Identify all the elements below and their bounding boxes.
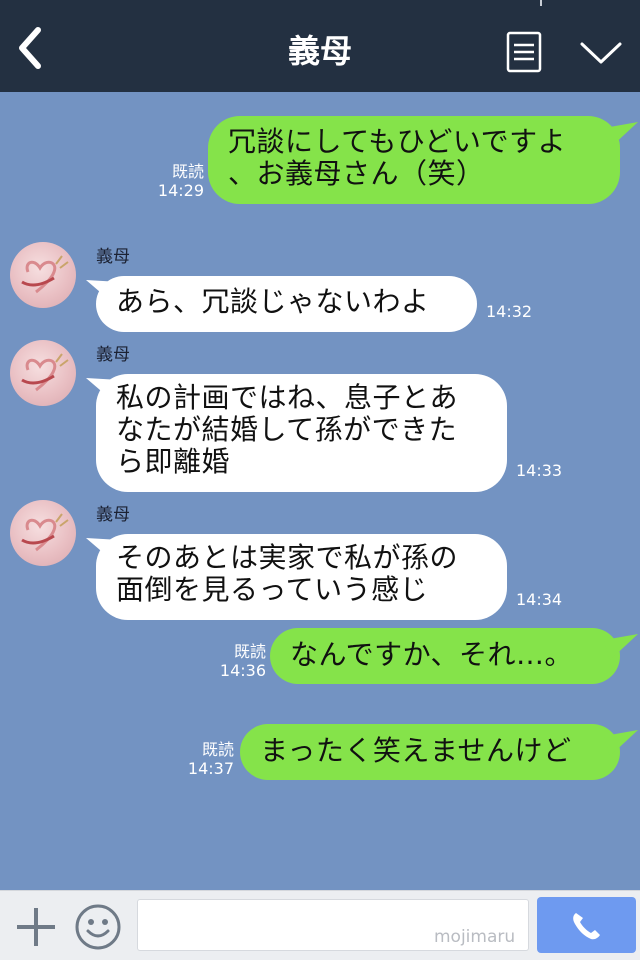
chat-title: 義母 bbox=[287, 32, 352, 70]
message-text-line: あら、冗談じゃないわよ bbox=[116, 285, 430, 318]
chevron-down-icon bbox=[580, 42, 622, 64]
message-text-line: まったく笑えませんけど bbox=[260, 734, 572, 767]
status-mark bbox=[540, 0, 542, 6]
bubble-tail bbox=[604, 730, 638, 756]
read-receipt: 既読 bbox=[171, 162, 204, 181]
message-bubble-incoming[interactable]: 私の計画ではね、息子とあ なたが結婚して孫ができた ら即離婚 bbox=[96, 374, 507, 492]
message-time: 14:33 bbox=[516, 461, 563, 480]
message-text-line: 面倒を見るっていう感じ bbox=[116, 573, 429, 606]
message-text-line: なたが結婚して孫ができた bbox=[116, 413, 458, 446]
message-meta: 既読 14:36 bbox=[212, 642, 266, 680]
message-meta: 既読 14:37 bbox=[180, 740, 234, 778]
avatar[interactable] bbox=[10, 340, 76, 406]
bubble-tail bbox=[604, 634, 638, 660]
menu-toggle-button[interactable] bbox=[578, 36, 624, 68]
emoji-button[interactable] bbox=[74, 903, 122, 951]
avatar[interactable] bbox=[10, 500, 76, 566]
message-bubble-incoming[interactable]: そのあとは実家で私が孫の 面倒を見るっていう感じ bbox=[96, 534, 507, 620]
heart-avatar-icon bbox=[21, 513, 69, 552]
message-meta: 既読 14:29 bbox=[150, 162, 204, 200]
message-text-line: 冗談にしてもひどいですよ bbox=[228, 125, 567, 158]
message-bubble-outgoing[interactable]: なんですか、それ…。 bbox=[270, 628, 620, 684]
heart-avatar-icon bbox=[21, 255, 69, 294]
sender-name: 義母 bbox=[96, 505, 130, 525]
plus-icon bbox=[17, 908, 55, 946]
sender-name: 義母 bbox=[96, 345, 130, 365]
notes-icon bbox=[506, 31, 542, 73]
message-bubble-outgoing[interactable]: 冗談にしてもひどいですよ 、お義母さん（笑） bbox=[208, 116, 620, 204]
message-bubble-outgoing[interactable]: まったく笑えませんけど bbox=[240, 724, 620, 780]
notes-button[interactable] bbox=[506, 31, 542, 73]
message-bubble-incoming[interactable]: あら、冗談じゃないわよ bbox=[96, 276, 477, 332]
call-button[interactable] bbox=[537, 897, 636, 953]
bubble-tail bbox=[604, 122, 638, 148]
sender-name: 義母 bbox=[96, 247, 130, 267]
add-button[interactable] bbox=[14, 905, 58, 949]
smiley-icon bbox=[75, 904, 121, 950]
input-bar: mojimaru bbox=[0, 890, 640, 960]
read-receipt: 既読 bbox=[201, 740, 234, 759]
message-text-line: ら即離婚 bbox=[116, 445, 231, 478]
message-text-line: そのあとは実家で私が孫の bbox=[116, 541, 459, 574]
phone-icon bbox=[573, 913, 600, 940]
message-time: 14:29 bbox=[157, 181, 204, 200]
message-text-line: 私の計画ではね、息子とあ bbox=[116, 381, 459, 414]
message-time: 14:34 bbox=[516, 590, 563, 609]
message-text-line: 、お義母さん（笑） bbox=[228, 157, 485, 190]
chat-area: 既読 14:29 冗談にしてもひどいですよ 、お義母さん（笑） 義母 あら、冗談… bbox=[0, 92, 640, 890]
message-time: 14:32 bbox=[486, 302, 533, 321]
avatar[interactable] bbox=[10, 242, 76, 308]
chat-header: 義母 bbox=[0, 0, 640, 92]
heart-avatar-icon bbox=[21, 353, 69, 392]
message-text-line: なんですか、それ…。 bbox=[290, 638, 574, 671]
watermark-text: mojimaru bbox=[434, 927, 516, 947]
message-time: 14:37 bbox=[187, 759, 234, 778]
read-receipt: 既読 bbox=[233, 642, 266, 661]
message-time: 14:36 bbox=[219, 661, 266, 680]
